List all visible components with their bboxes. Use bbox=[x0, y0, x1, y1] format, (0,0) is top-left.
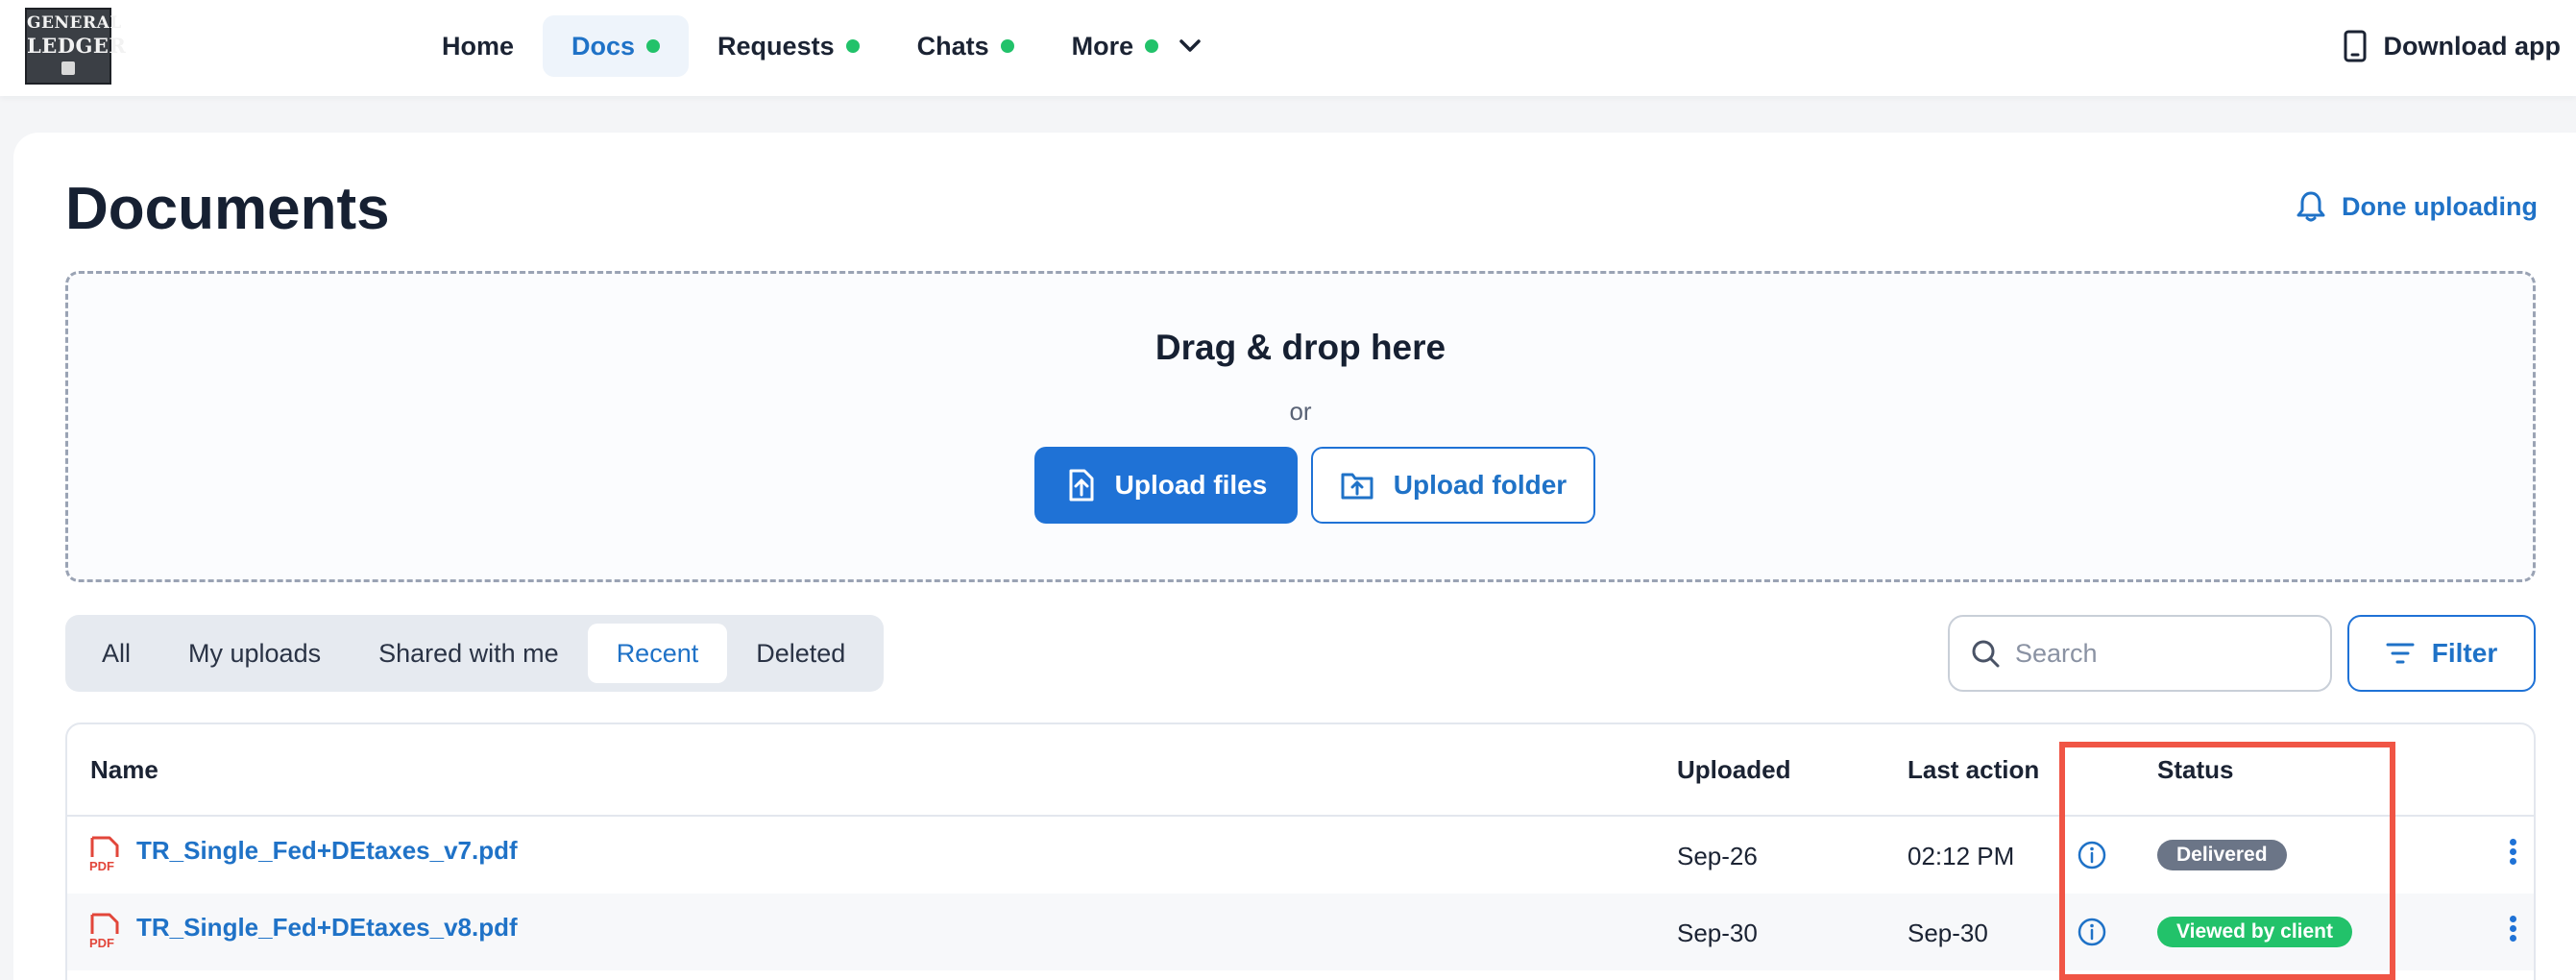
tab-all[interactable]: All bbox=[73, 624, 159, 683]
logo-emblem bbox=[61, 61, 75, 75]
tab-my-uploads[interactable]: My uploads bbox=[159, 624, 350, 683]
dropzone-title: Drag & drop here bbox=[1154, 328, 1446, 367]
last-action: Sep-30 bbox=[1908, 919, 1988, 947]
uploaded-date: Sep-26 bbox=[1677, 842, 1758, 870]
bell-icon bbox=[2297, 191, 2325, 222]
nav-chats-label: Chats bbox=[916, 31, 989, 61]
nav-home[interactable]: Home bbox=[413, 15, 543, 77]
upload-folder-label: Upload folder bbox=[1393, 470, 1567, 500]
tab-shared-with-me[interactable]: Shared with me bbox=[350, 624, 588, 683]
file-upload-icon bbox=[1069, 469, 1094, 502]
uploaded-date: Sep-30 bbox=[1677, 919, 1758, 947]
done-uploading-button[interactable]: Done uploading bbox=[2296, 190, 2538, 223]
done-uploading-label: Done uploading bbox=[2342, 191, 2538, 221]
nav-docs-label: Docs bbox=[571, 31, 636, 61]
nav-home-label: Home bbox=[442, 31, 515, 61]
document-tabs: All My uploads Shared with me Recent Del… bbox=[65, 615, 884, 692]
dropzone-or: or bbox=[1289, 397, 1312, 426]
nav-requests[interactable]: Requests bbox=[689, 15, 888, 77]
download-app-label: Download app bbox=[2383, 31, 2562, 61]
filter-label: Filter bbox=[2431, 638, 2498, 668]
tab-recent[interactable]: Recent bbox=[587, 624, 728, 683]
tab-deleted[interactable]: Deleted bbox=[727, 624, 874, 683]
folder-upload-icon bbox=[1341, 473, 1373, 500]
download-app-button[interactable]: Download app bbox=[2344, 23, 2562, 69]
top-navigation-bar: GENERAL LEDGER Home Docs Requests Chats … bbox=[0, 0, 2576, 96]
upload-files-button[interactable]: Upload files bbox=[1034, 447, 1298, 524]
general-ledger-logo[interactable]: GENERAL LEDGER bbox=[25, 8, 127, 85]
phone-icon bbox=[2344, 30, 2366, 62]
column-header-uploaded[interactable]: Uploaded bbox=[1677, 755, 1790, 785]
drag-drop-zone[interactable]: Drag & drop here or Upload files Upload … bbox=[65, 271, 2536, 582]
row-menu-button[interactable] bbox=[2503, 836, 2522, 874]
logo-line-2: LEDGER bbox=[27, 34, 127, 58]
page-title: Documents bbox=[65, 176, 390, 242]
file-name-link[interactable]: TR_Single_Fed+DEtaxes_v7.pdf bbox=[136, 836, 518, 866]
search-box bbox=[1948, 615, 2332, 692]
upload-files-label: Upload files bbox=[1114, 470, 1268, 500]
nav-more-label: More bbox=[1071, 31, 1134, 61]
svg-text:PDF: PDF bbox=[89, 859, 114, 872]
column-header-name[interactable]: Name bbox=[90, 755, 158, 785]
notification-dot bbox=[1145, 39, 1159, 53]
file-name-link[interactable]: TR_Single_Fed+DEtaxes_v8.pdf bbox=[136, 913, 518, 943]
column-header-last-action[interactable]: Last action bbox=[1908, 755, 2039, 785]
main-nav: Home Docs Requests Chats More bbox=[413, 15, 1229, 77]
notification-dot bbox=[1000, 39, 1014, 53]
logo-line-1: GENERAL bbox=[27, 13, 122, 33]
notification-dot bbox=[646, 39, 661, 53]
last-action: 02:12 PM bbox=[1908, 842, 2015, 870]
nav-docs[interactable]: Docs bbox=[543, 15, 690, 77]
svg-text:PDF: PDF bbox=[89, 936, 114, 949]
row-menu-button[interactable] bbox=[2503, 913, 2522, 951]
search-input[interactable] bbox=[2015, 638, 2322, 669]
upload-folder-button[interactable]: Upload folder bbox=[1311, 447, 1595, 524]
nav-chats[interactable]: Chats bbox=[888, 15, 1043, 77]
chevron-down-icon bbox=[1179, 39, 1201, 53]
search-icon bbox=[1972, 640, 2000, 668]
status-highlight-box bbox=[2059, 742, 2395, 980]
pdf-file-icon: PDF bbox=[88, 913, 121, 954]
pdf-file-icon: PDF bbox=[88, 836, 121, 877]
nav-requests-label: Requests bbox=[717, 31, 835, 61]
nav-more[interactable]: More bbox=[1043, 15, 1230, 77]
filter-button[interactable]: Filter bbox=[2347, 615, 2536, 692]
notification-dot bbox=[845, 39, 860, 53]
filter-icon bbox=[2386, 643, 2415, 664]
